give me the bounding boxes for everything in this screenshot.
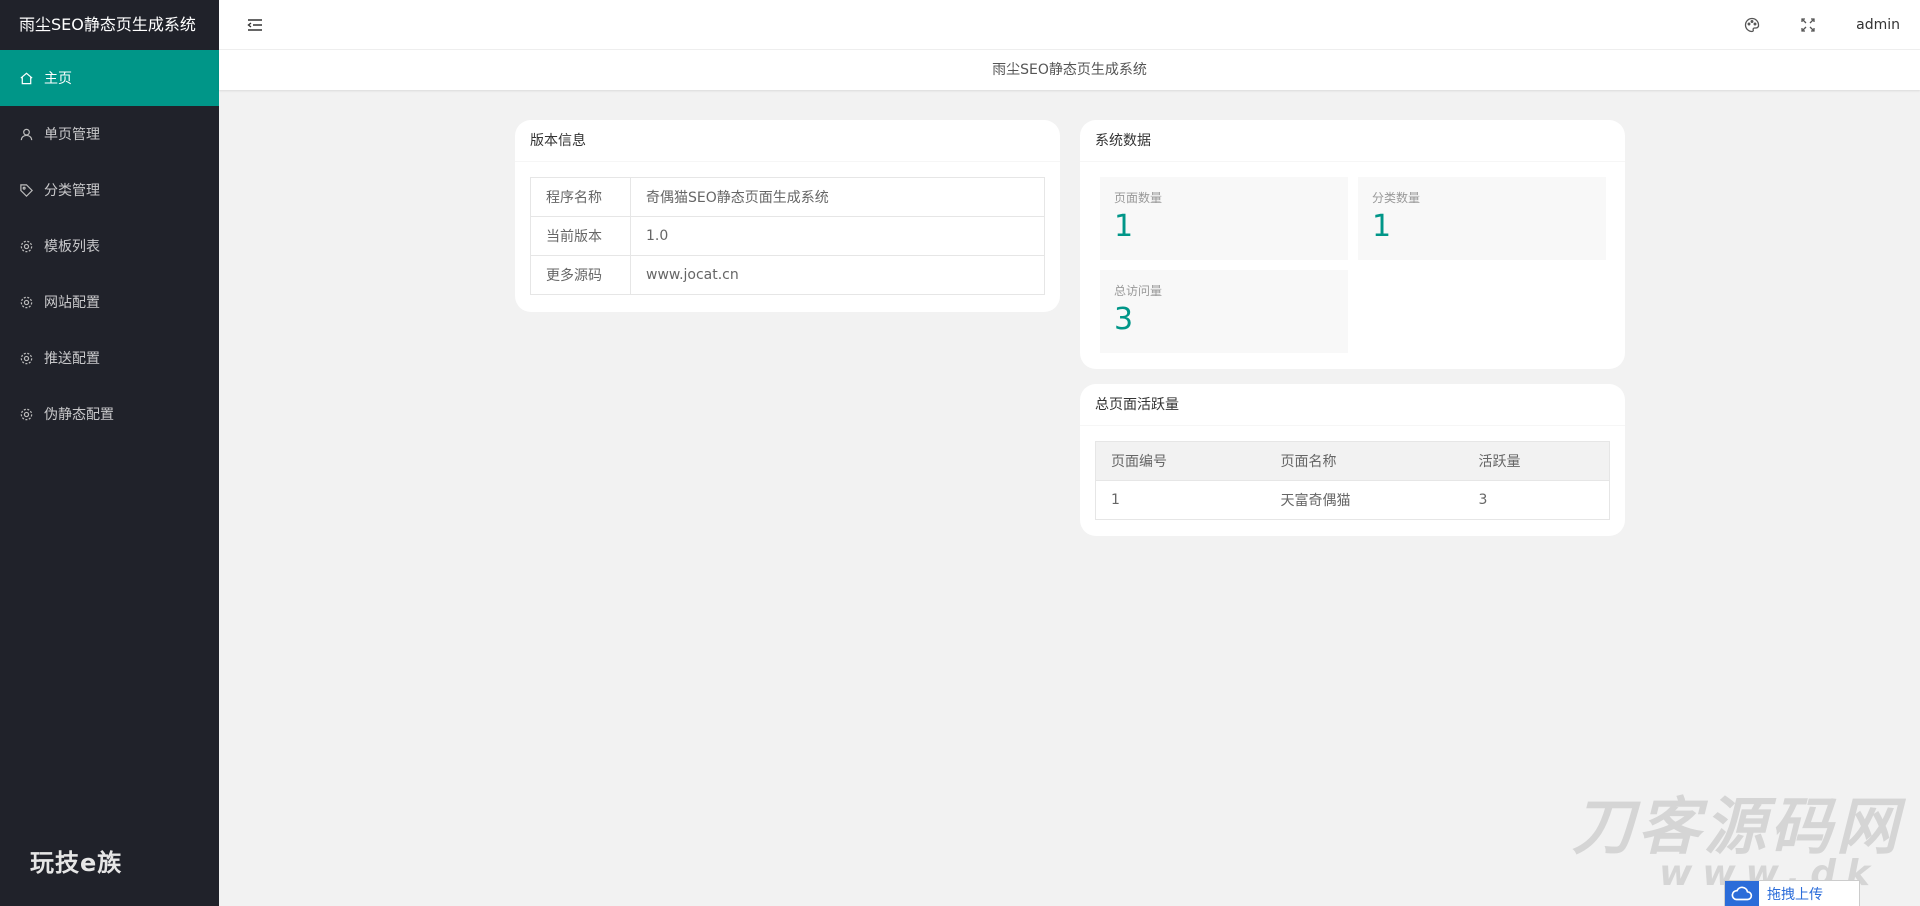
- tag-icon: [19, 183, 34, 198]
- table-cell: 1: [1095, 480, 1266, 520]
- sidebar-item-label: 分类管理: [44, 183, 100, 199]
- sidebar: 雨尘SEO静态页生成系统 主页 单页管理 分类管理 模板列表 网站配置 推送配置…: [0, 0, 219, 906]
- menu-toggle-icon[interactable]: [247, 17, 263, 33]
- info-value: 1.0: [630, 216, 1045, 256]
- column-header: 页面编号: [1095, 441, 1266, 481]
- stat-label: 总访问量: [1114, 284, 1163, 298]
- sidebar-item-label: 模板列表: [44, 239, 100, 255]
- info-key: 更多源码: [530, 255, 631, 295]
- table-cell: 3: [1463, 480, 1610, 520]
- stat-value: 3: [1114, 302, 1134, 337]
- gear-icon: [19, 295, 34, 310]
- column-header: 活跃量: [1463, 441, 1610, 481]
- tab-title-text: 雨尘SEO静态页生成系统: [992, 62, 1147, 78]
- gear-icon: [19, 407, 34, 422]
- table-row: 程序名称 奇偶猫SEO静态页面生成系统: [530, 177, 1045, 217]
- table-row: 当前版本 1.0: [530, 216, 1045, 256]
- sidebar-item-templates[interactable]: 模板列表: [0, 218, 219, 274]
- sidebar-nav: 主页 单页管理 分类管理 模板列表 网站配置 推送配置 伪静态配置: [0, 50, 219, 442]
- sidebar-item-home[interactable]: 主页: [0, 50, 219, 106]
- app-logo-title[interactable]: 雨尘SEO静态页生成系统: [0, 0, 219, 50]
- sidebar-item-site-config[interactable]: 网站配置: [0, 274, 219, 330]
- table-row: 更多源码 www.jocat.cn: [530, 255, 1045, 295]
- sidebar-item-label: 网站配置: [44, 295, 100, 311]
- page-activity-card: 总页面活跃量 页面编号 页面名称 活跃量 1 天富奇偶猫 3: [1080, 384, 1625, 536]
- card-title: 总页面活跃量: [1080, 384, 1625, 426]
- card-title: 系统数据: [1080, 120, 1625, 162]
- drag-upload-button[interactable]: 拖拽上传: [1724, 880, 1860, 906]
- sidebar-item-pages[interactable]: 单页管理: [0, 106, 219, 162]
- stat-value: 1: [1372, 209, 1392, 244]
- column-header: 页面名称: [1265, 441, 1464, 481]
- sidebar-item-rewrite-config[interactable]: 伪静态配置: [0, 386, 219, 442]
- stat-label: 页面数量: [1114, 191, 1163, 205]
- stat-category-count: 分类数量 1: [1358, 177, 1606, 260]
- footer-logo: 玩技e族: [30, 849, 123, 877]
- sidebar-item-label: 伪静态配置: [44, 407, 114, 423]
- top-header: admin: [219, 0, 1920, 50]
- stats-grid: 页面数量 1 分类数量 1 总访问量 3: [1080, 162, 1625, 353]
- gear-icon: [19, 351, 34, 366]
- sidebar-item-label: 单页管理: [44, 127, 100, 143]
- upload-label: 拖拽上传: [1767, 886, 1823, 903]
- table-header-row: 页面编号 页面名称 活跃量: [1095, 441, 1610, 481]
- sidebar-item-label: 推送配置: [44, 351, 100, 367]
- info-value[interactable]: www.jocat.cn: [630, 255, 1045, 295]
- stat-total-visits: 总访问量 3: [1100, 270, 1348, 353]
- sidebar-item-categories[interactable]: 分类管理: [0, 162, 219, 218]
- stat-page-count: 页面数量 1: [1100, 177, 1348, 260]
- table-row: 1 天富奇偶猫 3: [1095, 480, 1610, 520]
- info-key: 当前版本: [530, 216, 631, 256]
- version-info-card: 版本信息 程序名称 奇偶猫SEO静态页面生成系统 当前版本 1.0 更多源码 w…: [515, 120, 1060, 312]
- cloud-upload-icon: [1725, 880, 1759, 906]
- sidebar-item-push-config[interactable]: 推送配置: [0, 330, 219, 386]
- fullscreen-icon[interactable]: [1800, 17, 1816, 33]
- header-actions: admin: [1744, 0, 1900, 50]
- table-cell: 天富奇偶猫: [1265, 480, 1464, 520]
- home-icon: [19, 71, 34, 86]
- user-menu[interactable]: admin: [1856, 17, 1900, 33]
- card-title: 版本信息: [515, 120, 1060, 162]
- stat-value: 1: [1114, 209, 1134, 244]
- sidebar-item-label: 主页: [44, 71, 72, 87]
- page-tab-title[interactable]: 雨尘SEO静态页生成系统: [219, 50, 1920, 90]
- user-icon: [19, 127, 34, 142]
- info-value: 奇偶猫SEO静态页面生成系统: [630, 177, 1045, 217]
- activity-table: 页面编号 页面名称 活跃量 1 天富奇偶猫 3: [1095, 441, 1610, 520]
- system-data-card: 系统数据 页面数量 1 分类数量 1 总访问量 3: [1080, 120, 1625, 369]
- version-info-table: 程序名称 奇偶猫SEO静态页面生成系统 当前版本 1.0 更多源码 www.jo…: [530, 177, 1045, 295]
- gear-icon: [19, 239, 34, 254]
- stat-label: 分类数量: [1372, 191, 1421, 205]
- theme-palette-icon[interactable]: [1744, 17, 1760, 33]
- info-key: 程序名称: [530, 177, 631, 217]
